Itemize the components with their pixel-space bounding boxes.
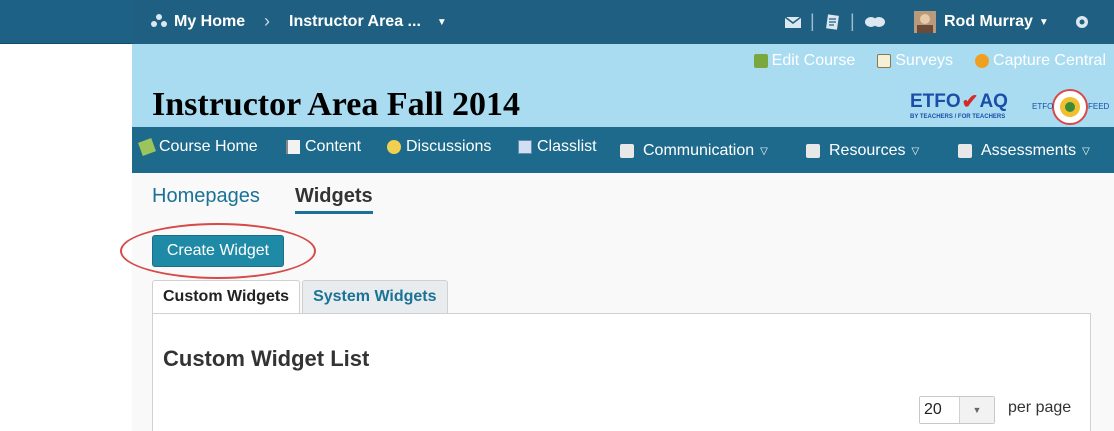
gear-icon xyxy=(1076,16,1088,28)
tab-widgets[interactable]: Widgets xyxy=(295,185,373,214)
course-title: Instructor Area Fall 2014 xyxy=(152,86,520,123)
chevron-down-icon: ▼ xyxy=(1038,16,1049,28)
tab-homepages[interactable]: Homepages xyxy=(152,185,260,208)
breadcrumb-separator: › xyxy=(264,11,270,31)
nav-resources[interactable]: Resources ▽ xyxy=(806,131,919,171)
nav-discussions-label: Discussions xyxy=(406,138,492,155)
banner-links: Edit Course Surveys Capture Central xyxy=(753,52,1106,70)
feed-left-text: ETFO xyxy=(1032,102,1054,111)
home-flower-icon xyxy=(151,14,167,27)
nav-communication-label: Communication xyxy=(643,142,755,159)
nav-assessments[interactable]: Assessments ▽ xyxy=(958,131,1090,171)
my-home-label: My Home xyxy=(174,13,246,30)
edit-course-link[interactable]: Edit Course xyxy=(753,52,856,70)
check-icon: ✔ xyxy=(961,91,979,113)
course-banner: Edit Course Surveys Capture Central Inst… xyxy=(132,44,1114,127)
nav-content[interactable]: Content xyxy=(286,127,361,167)
etfo-feed-logo: ETFO FEED xyxy=(1032,88,1110,126)
nav-resources-label: Resources xyxy=(829,142,906,159)
book-icon xyxy=(286,140,300,154)
tab-custom-widgets[interactable]: Custom Widgets xyxy=(152,280,301,313)
nav-course-home-label: Course Home xyxy=(159,138,258,155)
aq-text: AQ xyxy=(979,91,1008,112)
update-alerts[interactable] xyxy=(824,0,840,44)
chevron-down-icon: ▽ xyxy=(1082,145,1090,157)
nav-classlist[interactable]: Classlist xyxy=(518,127,597,167)
edit-course-label: Edit Course xyxy=(771,52,856,69)
nav-course-home[interactable]: Course Home xyxy=(138,127,258,167)
message-alerts[interactable] xyxy=(784,0,802,44)
per-page-value: 20 xyxy=(920,397,960,423)
feed-right-text: FEED xyxy=(1088,102,1110,111)
nav-assessments-label: Assessments xyxy=(981,142,1077,159)
my-home-link[interactable]: My Home xyxy=(150,0,245,44)
mail-icon xyxy=(784,16,802,28)
avatar xyxy=(914,11,936,33)
settings-link[interactable] xyxy=(1074,0,1090,44)
minibar-inner: My Home › Instructor Area ... ▼ | | Rod … xyxy=(132,0,1114,44)
discussions-icon xyxy=(387,140,401,154)
widget-tabs: Custom Widgets System Widgets xyxy=(152,280,448,313)
updates-icon xyxy=(826,14,839,30)
divider: | xyxy=(810,11,815,31)
panel-title: Custom Widget List xyxy=(163,346,370,371)
nav-content-label: Content xyxy=(305,138,362,155)
chat-bubbles-icon xyxy=(865,17,885,27)
assessments-icon xyxy=(958,144,972,158)
chevron-down-icon: ▽ xyxy=(760,145,768,157)
nav-classlist-label: Classlist xyxy=(537,138,597,155)
subscription-alerts[interactable] xyxy=(864,0,886,44)
tab-system-widgets[interactable]: System Widgets xyxy=(302,280,448,313)
chevron-down-icon: ▼ xyxy=(960,397,994,423)
communication-icon xyxy=(620,144,634,158)
chevron-down-icon: ▼ xyxy=(436,16,447,28)
left-margin xyxy=(0,44,132,431)
capture-central-link[interactable]: Capture Central xyxy=(975,52,1106,70)
classlist-icon xyxy=(518,140,532,154)
resources-icon xyxy=(806,144,820,158)
chevron-down-icon: ▽ xyxy=(911,145,920,157)
user-name: Rod Murray xyxy=(944,13,1033,30)
clipboard-icon xyxy=(877,54,892,68)
capture-icon xyxy=(975,54,990,68)
feed-emblem-icon xyxy=(1052,89,1088,125)
user-menu[interactable]: Rod Murray ▼ xyxy=(914,0,1049,44)
capture-central-label: Capture Central xyxy=(993,52,1106,69)
minibar: My Home › Instructor Area ... ▼ | | Rod … xyxy=(0,0,1114,44)
course-home-icon xyxy=(138,138,156,156)
divider: | xyxy=(850,11,855,31)
per-page-select[interactable]: 20 ▼ xyxy=(919,396,995,424)
course-selector[interactable]: Instructor Area ... ▼ xyxy=(289,0,447,44)
per-page-label: per page xyxy=(1008,399,1072,416)
nav-discussions[interactable]: Discussions xyxy=(387,127,491,167)
surveys-label: Surveys xyxy=(895,52,954,69)
main-content: Homepages Widgets Create Widget Custom W… xyxy=(120,173,1114,431)
nav-communication[interactable]: Communication ▽ xyxy=(620,131,768,171)
etfo-text: ETFO xyxy=(910,91,961,112)
etfo-tagline: BY TEACHERS / FOR TEACHERS xyxy=(910,114,1006,120)
course-navbar: Course Home Content Discussions Classlis… xyxy=(132,127,1114,173)
etfo-aq-logo: ETFO ✔ AQ BY TEACHERS / FOR TEACHERS xyxy=(910,92,1020,124)
create-widget-button[interactable]: Create Widget xyxy=(152,235,284,267)
widget-list-panel: Custom Widget List 20 ▼ per page xyxy=(152,313,1091,431)
surveys-link[interactable]: Surveys xyxy=(877,52,953,70)
course-selector-label: Instructor Area ... xyxy=(289,13,421,30)
edit-course-icon xyxy=(753,54,768,68)
